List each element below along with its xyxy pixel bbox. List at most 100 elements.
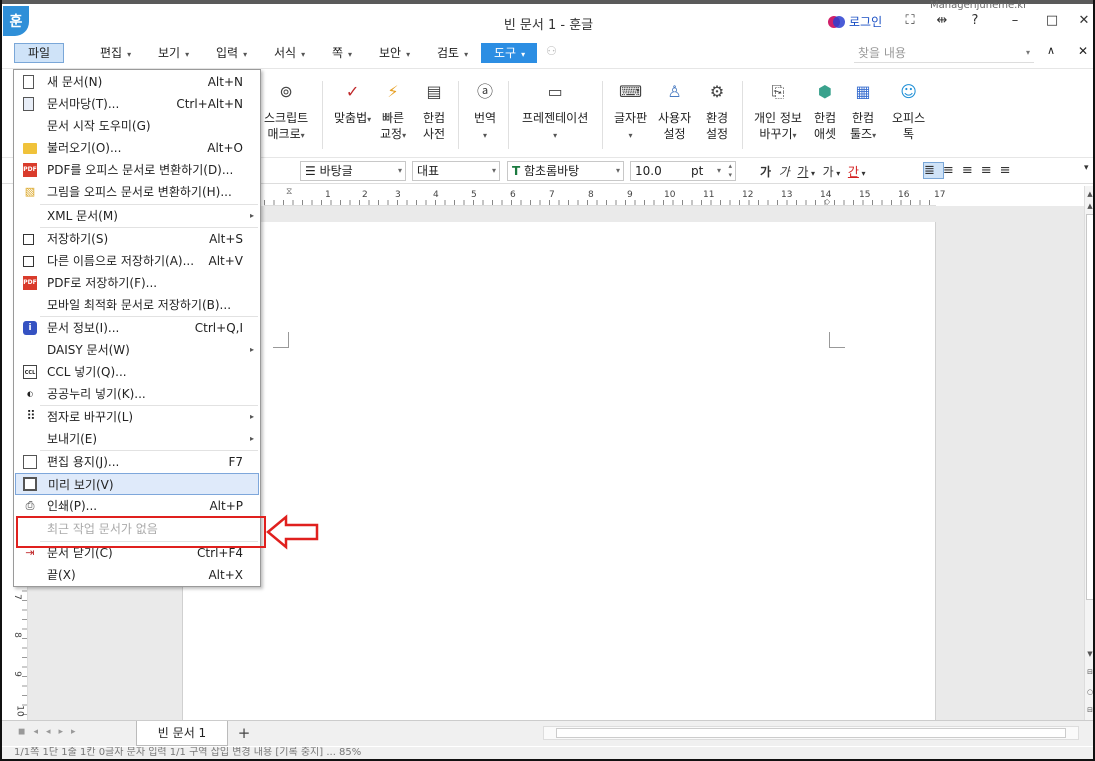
menu-new-document[interactable]: 새 문서(N) Alt+N	[15, 71, 259, 93]
spellcheck-button[interactable]: ✓ 맞춤법▾	[334, 79, 371, 128]
menu-send[interactable]: 보내기(E) ▸	[15, 428, 259, 450]
align-justify-icon[interactable]: ≣	[923, 162, 944, 179]
menu-save[interactable]: 저장하기(S) Alt+S	[15, 228, 259, 250]
quick-correct-label-1: 빠른	[382, 111, 405, 125]
align-right-icon[interactable]: ≡	[981, 163, 1000, 178]
menu-doc-info[interactable]: i 문서 정보(I)... Ctrl+Q,I	[15, 317, 259, 339]
fullscreen-icon[interactable]: ⛶	[900, 13, 920, 28]
env-settings-button[interactable]: ⚙ 환경 설정	[704, 79, 730, 142]
close-window-button[interactable]: ✕	[1074, 13, 1093, 28]
menu-page-setup[interactable]: 편집 용지(J)... F7	[15, 451, 259, 473]
horizontal-ruler[interactable]: 1 2 3 4 5 6 7 8 9 10 11 12 13 14 15 16 1…	[264, 186, 945, 206]
strike-icon[interactable]: 가	[823, 165, 834, 179]
presentation-button[interactable]: ▭ 프레젠테이션 ▾	[522, 79, 588, 144]
spellcheck-icon: ✓	[345, 82, 360, 101]
collapse-ribbon-icon[interactable]: ∧	[1047, 44, 1055, 57]
font-size-select[interactable]: 10.0 pt ▾ ▴ ▾	[630, 161, 736, 181]
help-button[interactable]: ?	[965, 13, 985, 28]
annotation-arrow-icon	[266, 514, 319, 550]
menu-templates[interactable]: 문서마당(T)... Ctrl+Alt+N	[15, 93, 259, 115]
dictionary-button[interactable]: ▤ 한컴 사전	[421, 79, 447, 142]
prev-page-icon[interactable]: ⊟	[1085, 666, 1093, 678]
personal-info-label-1: 개인 정보	[754, 111, 802, 125]
menu-view[interactable]: 보기 ▾	[158, 44, 189, 61]
align-center-icon[interactable]: ≡	[962, 163, 981, 178]
keyboard-button[interactable]: ⌨ 글자판 ▾	[614, 79, 647, 144]
menu-xml[interactable]: XML 문서(M) ▸	[15, 205, 259, 227]
menu-save-pdf[interactable]: PDF PDF로 저장하기(F)...	[15, 272, 259, 294]
menu-insert[interactable]: 입력 ▾	[216, 44, 247, 61]
document-page[interactable]	[182, 222, 936, 722]
hancom-tools-button[interactable]: ▦ 한컴 툴즈▾	[850, 79, 876, 144]
script-macro-button[interactable]: ⊚ 스크립트 매크로▾	[264, 79, 308, 144]
env-settings-label-1: 환경	[705, 111, 729, 125]
collab-icon[interactable]: ⚇	[546, 44, 557, 58]
scroll-up-icon[interactable]: ▲	[1085, 188, 1093, 200]
menu-file[interactable]: 파일	[14, 43, 64, 63]
right-margin-marker-icon[interactable]: ◇	[824, 197, 830, 206]
font-select[interactable]: T 함초롬바탕 ▾	[507, 161, 624, 181]
bold-icon[interactable]: 가	[760, 165, 771, 179]
menu-pdf-convert[interactable]: PDF PDF를 오피스 문서로 변환하기(D)...	[15, 159, 259, 181]
menu-start-assistant[interactable]: 문서 시작 도우미(G)	[15, 115, 259, 137]
menu-braille[interactable]: ⠿ 점자로 바꾸기(L) ▸	[15, 406, 259, 428]
next-page-icon[interactable]: ⊟	[1085, 704, 1093, 716]
maximize-button[interactable]: □	[1042, 13, 1062, 28]
quick-correct-button[interactable]: ⚡ 빠른 교정▾	[380, 79, 406, 144]
office-talk-label-2: 톡	[903, 127, 915, 141]
menu-save-mobile[interactable]: 모바일 최적화 문서로 저장하기(B)...	[15, 294, 259, 316]
text-style-buttons[interactable]: 가 가 가 ▾ 가 ▾ 간 ▾	[760, 163, 865, 180]
more-toolbar-icon[interactable]: ▾	[1084, 163, 1089, 173]
personal-info-button[interactable]: ⎘ 개인 정보 바꾸기▾	[754, 79, 802, 144]
scrollbar-thumb[interactable]	[556, 728, 1066, 738]
align-distribute-icon[interactable]: ≡	[1000, 163, 1019, 178]
scroll-up-icon[interactable]: ▲	[1085, 200, 1093, 212]
underline-icon[interactable]: 가	[797, 165, 808, 179]
menu-daisy[interactable]: DAISY 문서(W) ▸	[15, 339, 259, 361]
menu-exit[interactable]: 끝(X) Alt+X	[15, 564, 259, 586]
menu-ccl[interactable]: CCL CCL 넣기(Q)...	[15, 361, 259, 383]
vertical-scrollbar[interactable]: ▲ ▲ ▼ ⊟ ○ ⊟	[1084, 186, 1093, 720]
menu-page[interactable]: 쪽 ▾	[332, 44, 352, 61]
user-settings-button[interactable]: ♙ 사용자 설정	[658, 79, 691, 142]
browse-object-icon[interactable]: ○	[1085, 686, 1093, 698]
office-talk-button[interactable]: ☺ 오피스 톡	[892, 79, 925, 142]
script-macro-label-2: 매크로	[267, 127, 301, 141]
language-select[interactable]: 대표 ▾	[412, 161, 500, 181]
menu-kogl[interactable]: ◐ 공공누리 넣기(K)...	[15, 383, 259, 405]
menu-save-as[interactable]: 다른 이름으로 저장하기(A)... Alt+V	[15, 250, 259, 272]
menu-preview[interactable]: 미리 보기(V)	[15, 473, 259, 495]
horizontal-scrollbar[interactable]	[543, 726, 1079, 740]
chevron-down-icon[interactable]: ▾	[1026, 43, 1030, 63]
minimize-button[interactable]: –	[1005, 13, 1025, 28]
tab-navigation-icons[interactable]: ◼◂◂▸▸	[18, 727, 84, 737]
align-buttons[interactable]: ≣≡≡≡≡	[923, 162, 1019, 179]
menu-item-label: 모바일 최적화 문서로 저장하기(B)...	[47, 298, 232, 312]
menu-print[interactable]: ⎙ 인쇄(P)... Alt+P	[15, 495, 259, 517]
split-view-icon[interactable]: ⇹	[932, 13, 952, 28]
menu-format[interactable]: 서식 ▾	[274, 44, 305, 61]
size-stepper-icon[interactable]: ▴ ▾	[728, 162, 732, 180]
login-button[interactable]: 로그인	[828, 13, 882, 30]
menu-edit[interactable]: 편집 ▾	[100, 44, 131, 61]
menu-security[interactable]: 보안 ▾	[379, 44, 410, 61]
italic-icon[interactable]: 가	[779, 165, 790, 179]
scrollbar-thumb[interactable]	[1086, 214, 1093, 600]
tab-document-1[interactable]: 빈 문서 1	[136, 721, 228, 746]
menu-tools[interactable]: 도구 ▾	[481, 43, 537, 63]
translate-button[interactable]: ⓐ 번역 ▾	[472, 79, 498, 144]
ruler-number: 8	[588, 190, 594, 200]
hancom-asset-button[interactable]: ⬢ 한컴 애셋	[812, 79, 838, 142]
add-tab-button[interactable]: +	[234, 724, 254, 742]
indent-marker-icon[interactable]: ⧖	[286, 187, 292, 197]
scroll-down-icon[interactable]: ▼	[1085, 648, 1093, 660]
style-select[interactable]: ☰ 바탕글 ▾	[300, 161, 406, 181]
menu-view-label: 보기	[158, 46, 181, 60]
close-doc-icon[interactable]: ✕	[1078, 44, 1088, 58]
align-left-icon[interactable]: ≡	[943, 163, 962, 178]
menu-review[interactable]: 검토 ▾	[437, 44, 468, 61]
search-input[interactable]: 찾을 내용 ▾	[854, 43, 1034, 63]
font-color-icon[interactable]: 간	[848, 165, 859, 179]
menu-image-convert[interactable]: ▧ 그림을 오피스 문서로 변환하기(H)...	[15, 181, 259, 203]
menu-open[interactable]: 불러오기(O)... Alt+O	[15, 137, 259, 159]
